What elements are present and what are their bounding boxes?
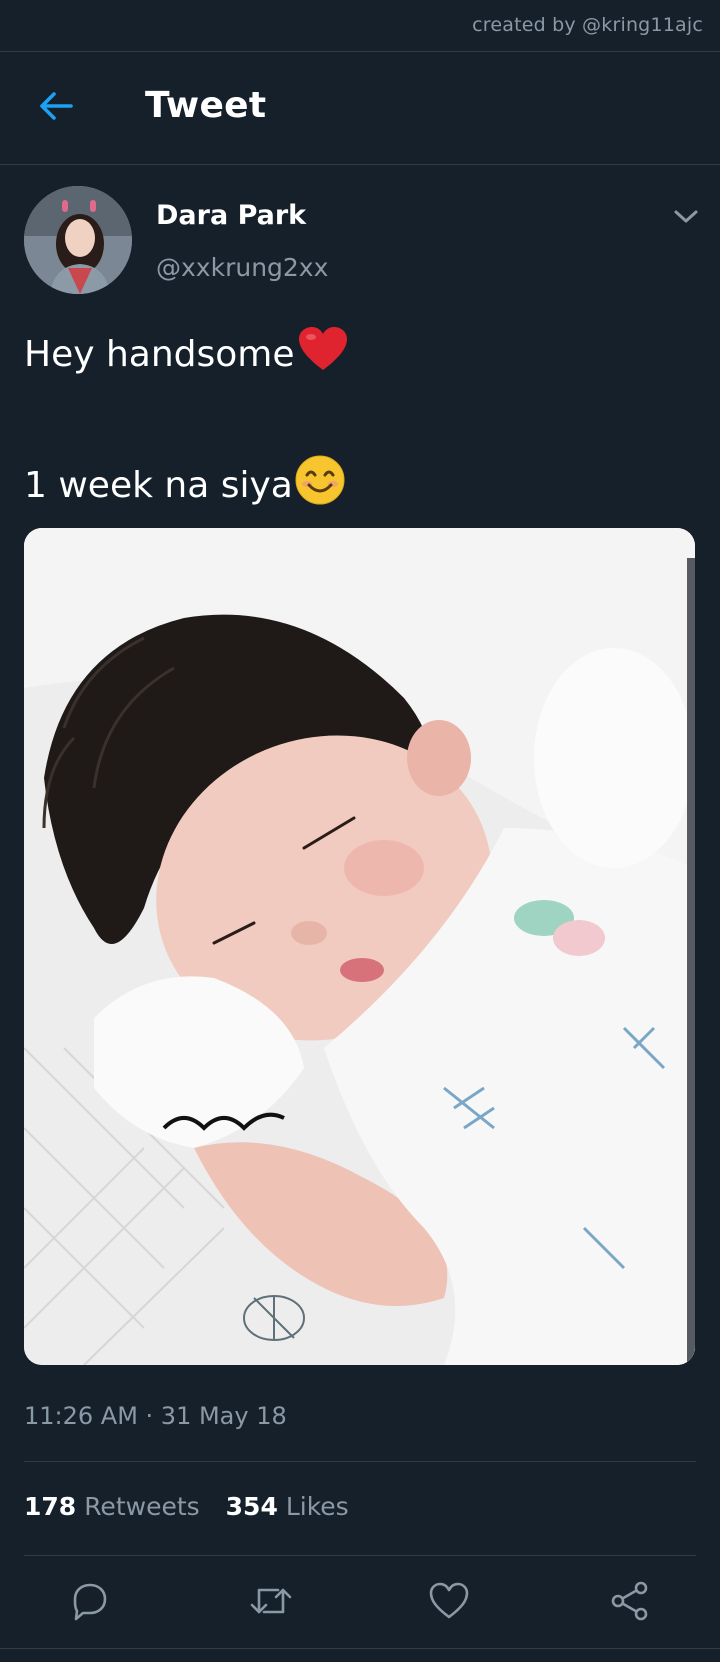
- chevron-down-icon: [674, 210, 698, 223]
- likes-stat[interactable]: 354 Likes: [226, 1492, 349, 1521]
- retweets-count: 178: [24, 1492, 77, 1521]
- retweet-icon: [250, 1588, 292, 1614]
- page-title: Tweet: [145, 85, 267, 126]
- tweet-text: Hey handsome 1 week na siya: [24, 326, 684, 514]
- header-divider: [0, 164, 720, 165]
- smiling-face-emoji-icon: [295, 455, 345, 514]
- divider-stats: [24, 1555, 696, 1556]
- baby-photo-image: [24, 528, 695, 1365]
- tweet-actions: [0, 1576, 720, 1626]
- like-button[interactable]: [424, 1576, 474, 1626]
- media-scroll-edge: [687, 558, 695, 1363]
- reply-button[interactable]: [65, 1576, 115, 1626]
- watermark-text: created by @kring11ajc: [472, 14, 703, 36]
- share-button[interactable]: [605, 1576, 655, 1626]
- author-handle[interactable]: @xxkrung2xx: [156, 253, 328, 282]
- bottom-divider: [0, 1648, 720, 1649]
- retweet-button[interactable]: [246, 1576, 296, 1626]
- more-options-button[interactable]: [670, 204, 702, 228]
- tweet-text-line1: Hey handsome: [24, 334, 295, 375]
- tweet-text-line2: 1 week na siya: [24, 465, 293, 506]
- author-name[interactable]: Dara Park: [156, 200, 306, 231]
- reply-icon: [73, 1583, 107, 1621]
- retweets-stat[interactable]: 178 Retweets: [24, 1492, 200, 1521]
- likes-count: 354: [225, 1492, 278, 1521]
- retweets-label: Retweets: [84, 1492, 200, 1521]
- avatar-image: [24, 186, 132, 294]
- likes-label: Likes: [285, 1492, 349, 1521]
- divider-timestamp: [24, 1461, 696, 1462]
- like-icon: [429, 1582, 469, 1619]
- tweet-stats: 178 Retweets 354 Likes: [24, 1492, 349, 1521]
- back-button[interactable]: [30, 84, 80, 128]
- avatar[interactable]: [24, 186, 132, 294]
- app-header: Tweet: [0, 52, 720, 164]
- heart-emoji-icon: [297, 326, 349, 381]
- share-icon: [611, 1581, 648, 1621]
- tweet-timestamp: 11:26 AM · 31 May 18: [24, 1402, 287, 1430]
- arrow-left-icon: [40, 92, 73, 120]
- tweet-media-photo[interactable]: [24, 528, 695, 1365]
